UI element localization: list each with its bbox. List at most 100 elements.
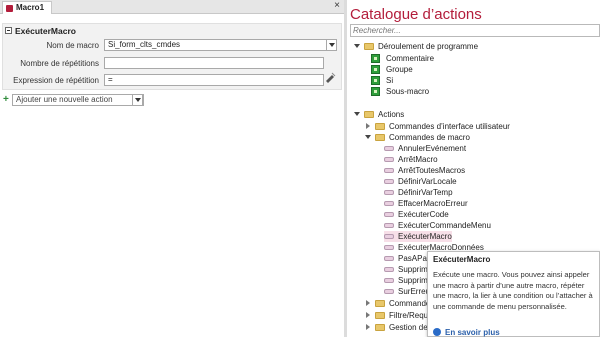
folder-icon	[375, 312, 385, 319]
expand-icon[interactable]	[366, 123, 370, 129]
document-tab-bar: Macro1 ×	[0, 0, 344, 14]
tree-item-label: ArrêtToutesMacros	[398, 166, 466, 175]
tree-item-action[interactable]: ArrêtMacro	[384, 154, 584, 165]
tree-item-label: DéfinirVarTemp	[398, 188, 453, 197]
action-icon	[384, 157, 394, 162]
action-icon	[384, 223, 394, 228]
tree-item-label: Sous-macro	[386, 87, 430, 96]
if-icon	[371, 76, 380, 85]
tree-node-group[interactable]: Gestion de	[364, 322, 427, 333]
macro-designer: Macro1 × ExécuterMacro Nom de macro Si_f…	[0, 0, 344, 337]
add-new-action-combobox[interactable]: Ajouter une nouvelle action	[12, 94, 144, 106]
tree-item-groupe[interactable]: Groupe	[371, 64, 571, 75]
tree-node-label: Filtre/Requ	[389, 311, 427, 320]
tree-node-group[interactable]: Commande	[364, 298, 427, 309]
chevron-down-icon[interactable]	[132, 94, 143, 106]
folder-icon	[375, 134, 385, 141]
expand-icon[interactable]	[366, 312, 370, 318]
add-icon: +	[3, 94, 9, 105]
action-block-executer-macro[interactable]: ExécuterMacro Nom de macro Si_form_clts_…	[2, 23, 342, 90]
action-icon	[384, 234, 394, 239]
tree-item-action[interactable]: ExécuterCommandeMenu	[384, 220, 584, 231]
tree-item-label: Si	[386, 76, 394, 85]
tree-node-label: Commandes de macro	[389, 133, 470, 142]
action-icon	[384, 278, 394, 283]
tree-item-label: Commentaire	[386, 54, 435, 63]
tree-node-label: Actions	[378, 110, 405, 119]
tooltip-title: ExécuterMacro	[433, 255, 491, 264]
action-icon	[384, 289, 394, 294]
param-label-repeat-count: Nombre de répétitions	[20, 59, 99, 68]
tree-item-label: ExécuterMacro	[398, 232, 452, 241]
action-tooltip: ExécuterMacro Exécute une macro. Vous po…	[427, 251, 600, 337]
tree-node-label: Déroulement de programme	[378, 42, 479, 51]
macro-icon	[6, 5, 13, 12]
repeat-expression-field[interactable]: =	[104, 74, 324, 86]
expand-icon[interactable]	[365, 135, 371, 139]
tree-item-label: SurErreu	[398, 287, 431, 296]
tree-item-label: AnnulerEvénement	[398, 144, 467, 153]
chevron-down-icon[interactable]	[326, 39, 337, 51]
comment-icon	[371, 54, 380, 63]
tree-node-program-flow[interactable]: Déroulement de programme	[352, 41, 592, 52]
expand-icon[interactable]	[354, 44, 360, 48]
tree-item-action[interactable]: Supprim	[384, 275, 428, 286]
tree-item-commentaire[interactable]: Commentaire	[371, 53, 571, 64]
action-title: ExécuterMacro	[15, 26, 76, 36]
tree-item-action[interactable]: DéfinirVarLocale	[384, 176, 584, 187]
tree-node-group[interactable]: Filtre/Requ	[364, 310, 427, 321]
action-icon	[384, 179, 394, 184]
catalog-title: Catalogue d’actions	[350, 6, 482, 23]
tree-item-label: ExécuterCommandeMenu	[398, 221, 491, 230]
action-icon	[384, 146, 394, 151]
group-icon	[371, 65, 380, 74]
tree-item-action[interactable]: PasAPas	[384, 253, 431, 264]
param-label-macro-name: Nom de macro	[46, 41, 99, 50]
tree-node-macro-commands[interactable]: Commandes de macro	[364, 132, 594, 143]
tree-item-label: DéfinirVarLocale	[398, 177, 457, 186]
tree-node-label: Commandes d’interface utilisateur	[389, 122, 510, 131]
folder-icon	[375, 300, 385, 307]
action-icon	[384, 256, 394, 261]
action-icon	[384, 267, 394, 272]
close-icon[interactable]: ×	[334, 0, 340, 11]
folder-icon	[375, 324, 385, 331]
folder-icon	[375, 123, 385, 130]
tree-item-label: Supprim	[398, 276, 428, 285]
tree-item-label: PasAPas	[398, 254, 431, 263]
tree-item-action[interactable]: ArrêtToutesMacros	[384, 165, 584, 176]
macro-name-combobox[interactable]: Si_form_clts_cmdes	[104, 39, 337, 51]
folder-icon	[364, 111, 374, 118]
tree-item-action-selected[interactable]: ExécuterMacro	[384, 231, 452, 242]
expand-icon[interactable]	[354, 112, 360, 116]
tree-item-si[interactable]: Si	[371, 75, 571, 86]
expand-icon[interactable]	[366, 324, 370, 330]
tree-item-action[interactable]: DéfinirVarTemp	[384, 187, 584, 198]
catalog-search-input[interactable]: Rechercher...	[350, 24, 600, 37]
submacro-icon	[371, 87, 380, 96]
folder-icon	[364, 43, 374, 50]
tree-node-actions[interactable]: Actions	[352, 109, 592, 120]
tree-node-ui-commands[interactable]: Commandes d’interface utilisateur	[364, 121, 594, 132]
tab-label: Macro1	[16, 3, 45, 12]
tree-item-sous-macro[interactable]: Sous-macro	[371, 86, 571, 97]
tree-item-label: Groupe	[386, 65, 413, 74]
repeat-count-field[interactable]	[104, 57, 324, 69]
tree-item-label: Supprim	[398, 265, 428, 274]
help-icon[interactable]	[433, 328, 441, 336]
action-icon	[384, 212, 394, 217]
tree-item-action[interactable]: AnnulerEvénement	[384, 143, 584, 154]
tree-item-label: EffacerMacroErreur	[398, 199, 468, 208]
param-label-repeat-expression: Expression de répétition	[13, 76, 99, 85]
expression-builder-icon[interactable]	[325, 72, 336, 83]
tree-item-action[interactable]: EffacerMacroErreur	[384, 198, 584, 209]
tree-item-action[interactable]: SurErreu	[384, 286, 430, 297]
tree-item-action[interactable]: ExécuterCode	[384, 209, 584, 220]
tree-item-label: ExécuterCode	[398, 210, 449, 219]
collapse-icon[interactable]	[5, 27, 12, 34]
action-icon	[384, 201, 394, 206]
expand-icon[interactable]	[366, 300, 370, 306]
tab-macro1[interactable]: Macro1	[2, 1, 52, 14]
tree-item-action[interactable]: Supprim	[384, 264, 428, 275]
learn-more-link[interactable]: En savoir plus	[445, 328, 500, 337]
